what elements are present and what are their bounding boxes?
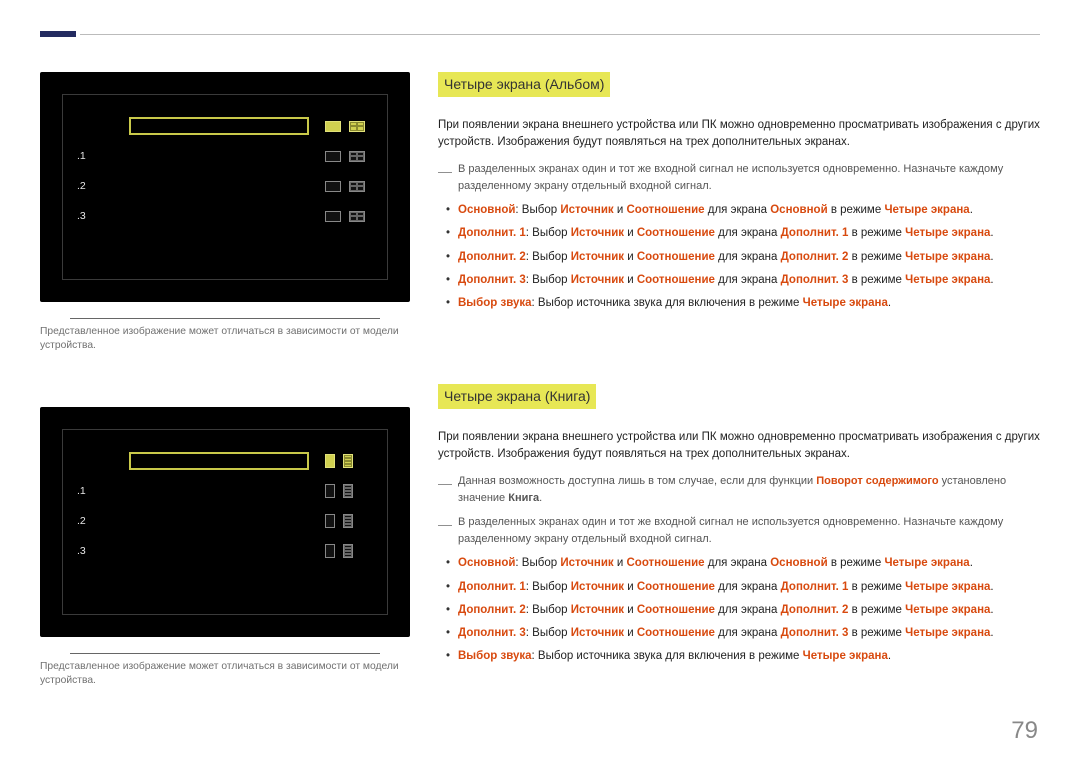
note-body: Данная возможность доступна лишь в том с… bbox=[458, 473, 1040, 506]
row-icons bbox=[325, 151, 369, 162]
note-text: . bbox=[539, 492, 542, 504]
row-field bbox=[129, 209, 309, 223]
bullet-item: Выбор звука: Выбор источника звука для в… bbox=[438, 295, 1040, 312]
header-rule bbox=[80, 34, 1040, 35]
menu-rows: .1 .2 bbox=[63, 113, 387, 229]
row-icons bbox=[325, 181, 369, 192]
layout-quad-portrait-icon bbox=[343, 514, 353, 528]
columns: .1 .2 bbox=[40, 72, 1040, 718]
bullet-item: Выбор звука: Выбор источника звука для в… bbox=[438, 648, 1040, 665]
row-field bbox=[129, 149, 309, 163]
row-label: .2 bbox=[63, 515, 129, 527]
caption-rule bbox=[70, 653, 380, 654]
layout-single-icon bbox=[325, 211, 341, 222]
menu-row: .2 bbox=[63, 173, 387, 199]
row-field bbox=[129, 179, 309, 193]
figure-caption: Представленное изображение может отличат… bbox=[40, 325, 410, 353]
layout-quad-icon bbox=[349, 211, 365, 222]
layout-quad-icon bbox=[349, 121, 365, 132]
menu-row: .3 bbox=[63, 538, 387, 564]
note-bold: Книга bbox=[508, 492, 539, 504]
bullet-item: Дополнит. 3: Выбор Источник и Соотношени… bbox=[438, 625, 1040, 642]
note-body: В разделенных экранах один и тот же вход… bbox=[458, 161, 1040, 194]
intro-text: При появлении экрана внешнего устройства… bbox=[438, 429, 1040, 464]
bullet-item: Дополнит. 1: Выбор Источник и Соотношени… bbox=[438, 225, 1040, 242]
row-label: .1 bbox=[63, 485, 129, 497]
menu-row: .1 bbox=[63, 478, 387, 504]
menu-rows: .1 .2 bbox=[63, 448, 387, 564]
note: ― В разделенных экранах один и тот же вх… bbox=[438, 161, 1040, 194]
row-icons bbox=[325, 544, 369, 558]
bullet-item: Дополнит. 1: Выбор Источник и Соотношени… bbox=[438, 579, 1040, 596]
note-dash-icon: ― bbox=[438, 473, 458, 506]
tv-panel-book: .1 .2 bbox=[40, 407, 410, 637]
bullet-list: Основной: Выбор Источник и Соотношение д… bbox=[438, 555, 1040, 665]
section-heading: Четыре экрана (Книга) bbox=[438, 384, 596, 409]
row-label: .3 bbox=[63, 210, 129, 222]
note: ― В разделенных экранах один и тот же вх… bbox=[438, 514, 1040, 547]
bullet-list: Основной: Выбор Источник и Соотношение д… bbox=[438, 202, 1040, 312]
note-dash-icon: ― bbox=[438, 161, 458, 194]
row-field bbox=[129, 452, 309, 470]
section-album: Четыре экрана (Альбом) При появлении экр… bbox=[438, 72, 1040, 312]
note-text: Данная возможность доступна лишь в том с… bbox=[458, 475, 816, 487]
row-icons bbox=[325, 454, 369, 468]
bullet-item: Основной: Выбор Источник и Соотношение д… bbox=[438, 555, 1040, 572]
bullet-item: Дополнит. 2: Выбор Источник и Соотношени… bbox=[438, 249, 1040, 266]
layout-quad-portrait-icon bbox=[343, 454, 353, 468]
menu-row-main bbox=[63, 113, 387, 139]
row-icons bbox=[325, 484, 369, 498]
layout-quad-portrait-icon bbox=[343, 484, 353, 498]
row-icons bbox=[325, 121, 369, 132]
page-number: 79 bbox=[1011, 717, 1038, 745]
layout-single-portrait-icon bbox=[325, 454, 335, 468]
row-field bbox=[129, 117, 309, 135]
menu-row: .3 bbox=[63, 203, 387, 229]
bullet-item: Основной: Выбор Источник и Соотношение д… bbox=[438, 202, 1040, 219]
layout-single-icon bbox=[325, 181, 341, 192]
note-dash-icon: ― bbox=[438, 514, 458, 547]
section-heading: Четыре экрана (Альбом) bbox=[438, 72, 610, 97]
row-field bbox=[129, 484, 309, 498]
row-icons bbox=[325, 514, 369, 528]
menu-row: .1 bbox=[63, 143, 387, 169]
row-icons bbox=[325, 211, 369, 222]
caption-rule bbox=[70, 318, 380, 319]
tv-inner: .1 .2 bbox=[62, 429, 388, 615]
layout-single-icon bbox=[325, 121, 341, 132]
section-book: Четыре экрана (Книга) При появлении экра… bbox=[438, 384, 1040, 665]
row-label: .1 bbox=[63, 150, 129, 162]
layout-single-icon bbox=[325, 151, 341, 162]
header bbox=[40, 24, 1040, 44]
page: .1 .2 bbox=[0, 0, 1080, 763]
row-field bbox=[129, 514, 309, 528]
bullet-item: Дополнит. 2: Выбор Источник и Соотношени… bbox=[438, 602, 1040, 619]
note-body: В разделенных экранах один и тот же вход… bbox=[458, 514, 1040, 547]
left-column: .1 .2 bbox=[40, 72, 410, 718]
tv-inner: .1 .2 bbox=[62, 94, 388, 280]
note: ― Данная возможность доступна лишь в том… bbox=[438, 473, 1040, 506]
menu-row: .2 bbox=[63, 508, 387, 534]
row-label: .2 bbox=[63, 180, 129, 192]
menu-row-main bbox=[63, 448, 387, 474]
row-label: .3 bbox=[63, 545, 129, 557]
row-field bbox=[129, 544, 309, 558]
chapter-bar bbox=[40, 31, 76, 37]
intro-text: При появлении экрана внешнего устройства… bbox=[438, 117, 1040, 152]
figure-caption: Представленное изображение может отличат… bbox=[40, 660, 410, 688]
layout-single-portrait-icon bbox=[325, 514, 335, 528]
right-column: Четыре экрана (Альбом) При появлении экр… bbox=[438, 72, 1040, 718]
layout-quad-icon bbox=[349, 151, 365, 162]
layout-single-portrait-icon bbox=[325, 484, 335, 498]
tv-panel-album: .1 .2 bbox=[40, 72, 410, 302]
layout-single-portrait-icon bbox=[325, 544, 335, 558]
layout-quad-icon bbox=[349, 181, 365, 192]
bullet-item: Дополнит. 3: Выбор Источник и Соотношени… bbox=[438, 272, 1040, 289]
note-highlight: Поворот содержимого bbox=[816, 475, 938, 487]
layout-quad-portrait-icon bbox=[343, 544, 353, 558]
